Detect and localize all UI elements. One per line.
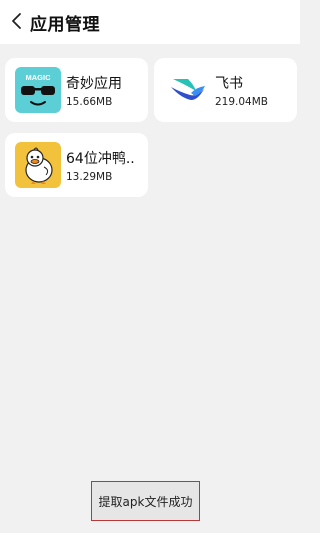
magic-app-icon: MAGIC bbox=[15, 67, 61, 113]
app-card-duck[interactable]: 64位冲鸭.. 13.29MB bbox=[5, 133, 148, 197]
chevron-left-icon bbox=[12, 13, 21, 29]
app-size: 219.04MB bbox=[215, 96, 269, 108]
app-name: 飞书 bbox=[215, 76, 243, 92]
toast-message: 提取apk文件成功 bbox=[91, 481, 200, 521]
toast-text: 提取apk文件成功 bbox=[98, 494, 193, 509]
app-name: 64位冲鸭.. bbox=[66, 151, 135, 167]
app-card-magic[interactable]: MAGIC 奇妙应用 15.66MB bbox=[5, 58, 148, 122]
app-header: 应用管理 bbox=[0, 0, 300, 44]
back-button[interactable] bbox=[4, 8, 30, 34]
page-title: 应用管理 bbox=[30, 15, 100, 35]
feishu-app-icon bbox=[164, 67, 210, 113]
duck-app-icon bbox=[15, 142, 61, 188]
magic-icon-text: MAGIC bbox=[26, 73, 52, 82]
app-card-feishu[interactable]: 飞书 219.04MB bbox=[154, 58, 297, 122]
app-size: 13.29MB bbox=[66, 171, 113, 183]
app-name: 奇妙应用 bbox=[66, 76, 122, 92]
app-size: 15.66MB bbox=[66, 96, 113, 108]
